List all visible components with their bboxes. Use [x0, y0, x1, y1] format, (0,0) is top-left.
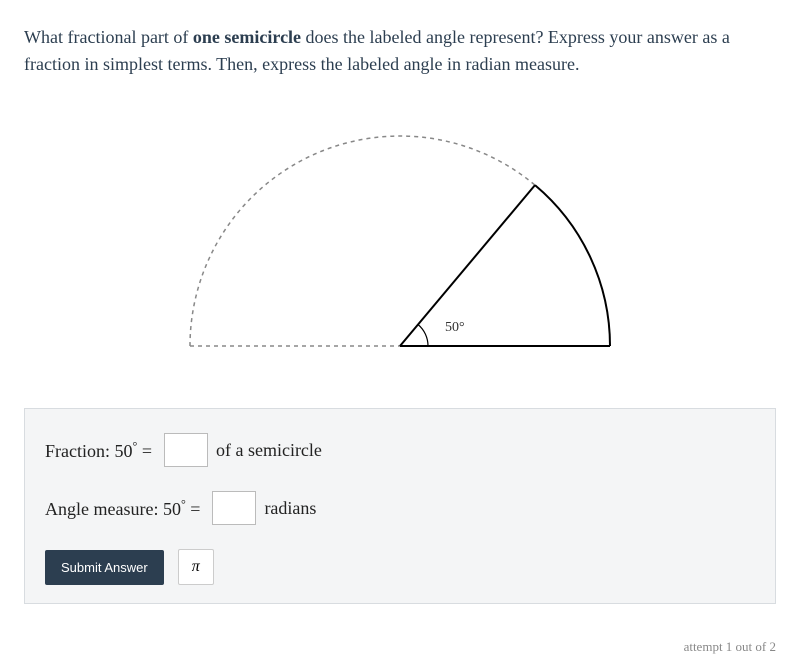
angle-label-text: 50° — [445, 320, 465, 335]
diagram-area: 50° — [24, 108, 776, 368]
sector-angled-radius — [400, 185, 535, 346]
fraction-input[interactable] — [164, 433, 208, 467]
angle-suffix: radians — [264, 498, 316, 519]
question-container: What fractional part of one semicircle d… — [0, 0, 800, 604]
semicircle-dashed-arc — [190, 136, 610, 346]
button-row: Submit Answer π — [45, 549, 755, 585]
fraction-suffix: of a semicircle — [216, 440, 322, 461]
angle-input[interactable] — [212, 491, 256, 525]
pi-button[interactable]: π — [178, 549, 214, 585]
fraction-prefix: Fraction: 50° = — [45, 439, 152, 462]
answer-box: Fraction: 50° = of a semicircle Angle me… — [24, 408, 776, 604]
attempt-counter: attempt 1 out of 2 — [684, 639, 776, 655]
question-bold: one semicircle — [193, 27, 301, 47]
sector-arc — [535, 185, 610, 346]
fraction-row: Fraction: 50° = of a semicircle — [45, 433, 755, 467]
submit-button[interactable]: Submit Answer — [45, 550, 164, 585]
question-text: What fractional part of one semicircle d… — [24, 24, 776, 78]
angle-measure-row: Angle measure: 50° = radians — [45, 491, 755, 525]
angle-prefix: Angle measure: 50° = — [45, 497, 200, 520]
semicircle-diagram: 50° — [160, 118, 640, 358]
question-part1: What fractional part of — [24, 27, 193, 47]
angle-marker-arc — [418, 325, 428, 347]
